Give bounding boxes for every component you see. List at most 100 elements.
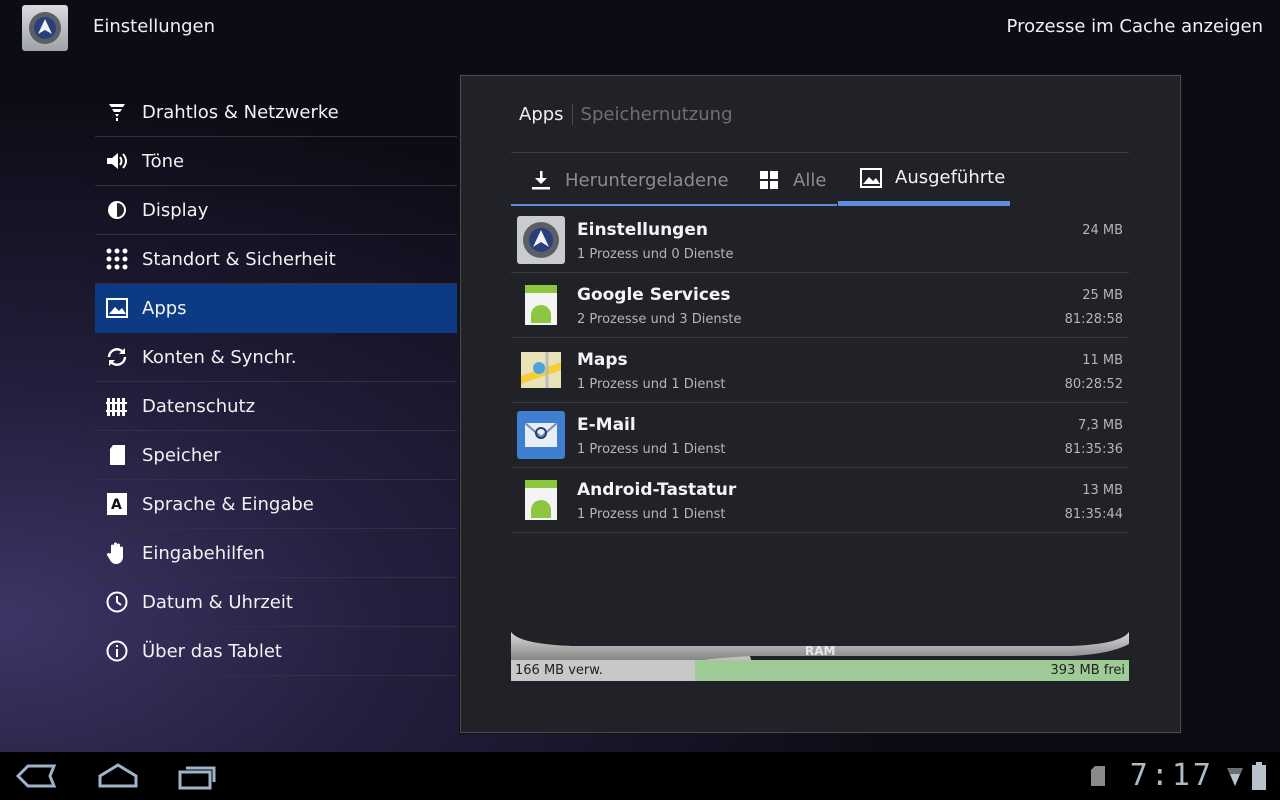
tab-running[interactable]: Ausgeführte [838, 154, 1010, 206]
svg-text:A: A [111, 497, 122, 513]
android-app-icon [517, 476, 565, 524]
app-runtime: 80:28:52 [1064, 377, 1123, 392]
app-process-info: 1 Prozess und 1 Dienst [577, 377, 726, 392]
home-button[interactable] [96, 760, 140, 792]
app-runtime: 81:28:58 [1064, 312, 1123, 327]
tab-downloaded[interactable]: Heruntergeladene [529, 154, 729, 206]
app-memory-size: 25 MB [1082, 288, 1123, 303]
sidebar-item-label: Über das Tablet [142, 640, 282, 662]
app-name: E-Mail [577, 415, 636, 435]
apps-panel: Apps Speichernutzung Heruntergeladene Al… [460, 75, 1181, 733]
app-name: Maps [577, 350, 628, 370]
app-runtime: 81:35:36 [1064, 442, 1123, 457]
sidebar-item-label: Speicher [142, 444, 221, 466]
ram-free-segment: 393 MB frei [694, 660, 1129, 681]
sidebar-item-sound[interactable]: Töne [95, 137, 457, 186]
speaker-icon [104, 148, 130, 174]
app-runtime: 81:35:44 [1064, 507, 1123, 522]
app-name: Android-Tastatur [577, 480, 737, 500]
app-process-info: 1 Prozess und 0 Dienste [577, 247, 734, 262]
ram-label: RAM [805, 644, 836, 658]
wifi-icon [104, 99, 130, 125]
sidebar-item-apps[interactable]: Apps [95, 284, 457, 333]
sidebar-item-label: Sprache & Eingabe [142, 493, 314, 515]
app-memory-size: 11 MB [1082, 353, 1123, 368]
running-apps-icon [859, 166, 883, 190]
list-item[interactable]: Android-Tastatur 1 Prozess und 1 Dienst … [511, 468, 1129, 533]
sidebar-item-label: Konten & Synchr. [142, 346, 297, 368]
ram-used-segment: 166 MB verw. [511, 660, 695, 681]
sidebar-item-label: Apps [142, 297, 187, 319]
android-app-icon [517, 281, 565, 329]
tab-storage-usage[interactable]: Speichernutzung [573, 104, 733, 125]
sd-card-icon [104, 442, 130, 468]
sidebar-item-storage[interactable]: Speicher [95, 431, 457, 480]
sidebar-item-language-input[interactable]: A Sprache & Eingabe [95, 480, 457, 529]
sidebar-item-label: Datum & Uhrzeit [142, 591, 293, 613]
sidebar-item-accessibility[interactable]: Eingabehilfen [95, 529, 457, 578]
sidebar-item-about-tablet[interactable]: Über das Tablet [95, 627, 457, 676]
recent-apps-button[interactable] [174, 760, 218, 792]
ram-free-label: 393 MB frei [1050, 663, 1125, 678]
app-memory-size: 13 MB [1082, 483, 1123, 498]
list-item[interactable]: Maps 1 Prozess und 1 Dienst 11 MB 80:28:… [511, 338, 1129, 403]
app-process-info: 1 Prozess und 1 Dienst [577, 442, 726, 457]
info-icon [104, 638, 130, 664]
divider [511, 152, 1129, 153]
app-process-info: 1 Prozess und 1 Dienst [577, 507, 726, 522]
tab-label: Ausgeführte [895, 167, 1006, 188]
battery-icon [1252, 762, 1266, 790]
keyboard-letter-icon: A [104, 491, 130, 517]
tab-label: Alle [793, 169, 827, 191]
home-icon [98, 763, 138, 788]
sidebar-item-label: Standort & Sicherheit [142, 248, 336, 270]
show-cached-processes-button[interactable]: Prozesse im Cache anzeigen [1007, 16, 1263, 37]
app-memory-size: 7,3 MB [1078, 418, 1123, 433]
download-icon [529, 168, 553, 192]
list-item[interactable]: Google Services 2 Prozesse und 3 Dienste… [511, 273, 1129, 338]
app-name: Google Services [577, 285, 731, 305]
sidebar-item-label: Eingabehilfen [142, 542, 265, 564]
fence-icon [104, 393, 130, 419]
back-icon [15, 764, 57, 788]
tab-all[interactable]: Alle [757, 154, 826, 206]
sd-card-status-icon [1091, 766, 1105, 786]
clock-icon [104, 589, 130, 615]
sync-icon [104, 344, 130, 370]
app-name: Einstellungen [577, 220, 708, 240]
sidebar-item-label: Display [142, 199, 209, 221]
app-filter-tabs: Heruntergeladene Alle Ausgeführte [511, 154, 1129, 206]
back-button[interactable] [14, 760, 58, 792]
sidebar-item-label: Drahtlos & Netzwerke [142, 101, 339, 123]
apps-icon [104, 295, 130, 321]
settings-app-icon[interactable] [22, 5, 68, 51]
list-item[interactable]: E-Mail 1 Prozess und 1 Dienst 7,3 MB 81:… [511, 403, 1129, 468]
sidebar-item-label: Töne [142, 150, 185, 172]
panel-tabs: Apps Speichernutzung [519, 104, 733, 125]
clock[interactable]: 7:17 [1130, 758, 1214, 793]
sidebar-item-privacy[interactable]: Datenschutz [95, 382, 457, 431]
tab-label: Heruntergeladene [565, 169, 729, 191]
email-app-icon [517, 411, 565, 459]
app-process-info: 2 Prozesse und 3 Dienste [577, 312, 742, 327]
system-bar: 7:17 [0, 752, 1280, 800]
sidebar-item-location-security[interactable]: Standort & Sicherheit [95, 235, 457, 284]
signal-icon [1227, 768, 1243, 786]
tab-apps[interactable]: Apps [519, 104, 573, 125]
maps-app-icon [517, 346, 565, 394]
sidebar-item-display[interactable]: Display [95, 186, 457, 235]
action-bar: Einstellungen Prozesse im Cache anzeigen [0, 0, 1280, 56]
sidebar-item-date-time[interactable]: Datum & Uhrzeit [95, 578, 457, 627]
sidebar-item-accounts-sync[interactable]: Konten & Synchr. [95, 333, 457, 382]
hand-icon [104, 540, 130, 566]
settings-app-icon [517, 216, 565, 264]
ram-bar: 166 MB verw. 393 MB frei [511, 660, 1129, 681]
app-memory-size: 24 MB [1082, 223, 1123, 238]
recent-apps-icon [178, 766, 216, 790]
ram-usage-meter: RAM 166 MB verw. 393 MB frei [511, 630, 1129, 682]
brightness-icon [104, 197, 130, 223]
sidebar-item-wireless[interactable]: Drahtlos & Netzwerke [95, 88, 457, 137]
grid-lock-icon [104, 246, 130, 272]
list-item[interactable]: Einstellungen 1 Prozess und 0 Dienste 24… [511, 208, 1129, 273]
running-apps-list: Einstellungen 1 Prozess und 0 Dienste 24… [511, 208, 1129, 533]
